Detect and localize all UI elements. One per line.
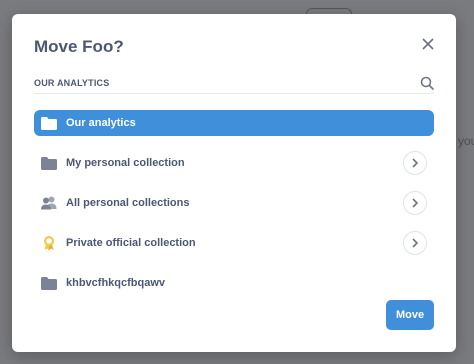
expand-button[interactable] bbox=[403, 191, 427, 215]
expand-button[interactable] bbox=[403, 231, 427, 255]
collection-list: Our analytics My personal collection All… bbox=[34, 110, 434, 310]
collection-item-label: My personal collection bbox=[66, 157, 185, 169]
close-button[interactable] bbox=[418, 34, 438, 54]
expand-button[interactable] bbox=[403, 151, 427, 175]
folder-icon bbox=[40, 115, 58, 131]
move-button[interactable]: Move bbox=[386, 300, 434, 330]
search-icon[interactable] bbox=[419, 75, 435, 91]
collection-item-my-personal[interactable]: My personal collection bbox=[34, 150, 434, 176]
search-divider bbox=[34, 93, 434, 94]
collection-item-label: khbvcfhkqcfbqawv bbox=[66, 277, 166, 289]
chevron-right-icon bbox=[412, 238, 419, 248]
modal-title: Move Foo? bbox=[34, 37, 124, 56]
collection-item-label: Our analytics bbox=[66, 117, 136, 129]
collection-item-label: Private official collection bbox=[66, 237, 196, 249]
chevron-right-icon bbox=[412, 198, 419, 208]
close-icon bbox=[422, 38, 434, 50]
collection-item-all-personal[interactable]: All personal collections bbox=[34, 190, 434, 216]
folder-icon bbox=[40, 275, 58, 291]
folder-icon bbox=[40, 155, 58, 171]
collection-item-private-official[interactable]: Private official collection bbox=[34, 230, 434, 256]
chevron-right-icon bbox=[412, 158, 419, 168]
collection-item-our-analytics[interactable]: Our analytics bbox=[34, 110, 434, 136]
badge-icon bbox=[40, 235, 58, 251]
collection-item-khbv[interactable]: khbvcfhkqcfbqawv bbox=[34, 270, 434, 296]
search-breadcrumb: OUR ANALYTICS bbox=[34, 78, 110, 88]
collection-item-label: All personal collections bbox=[66, 197, 190, 209]
users-icon bbox=[40, 195, 58, 211]
background-text: you bbox=[458, 134, 474, 148]
move-modal: Move Foo? OUR ANALYTICS Our analytics My… bbox=[12, 14, 456, 352]
